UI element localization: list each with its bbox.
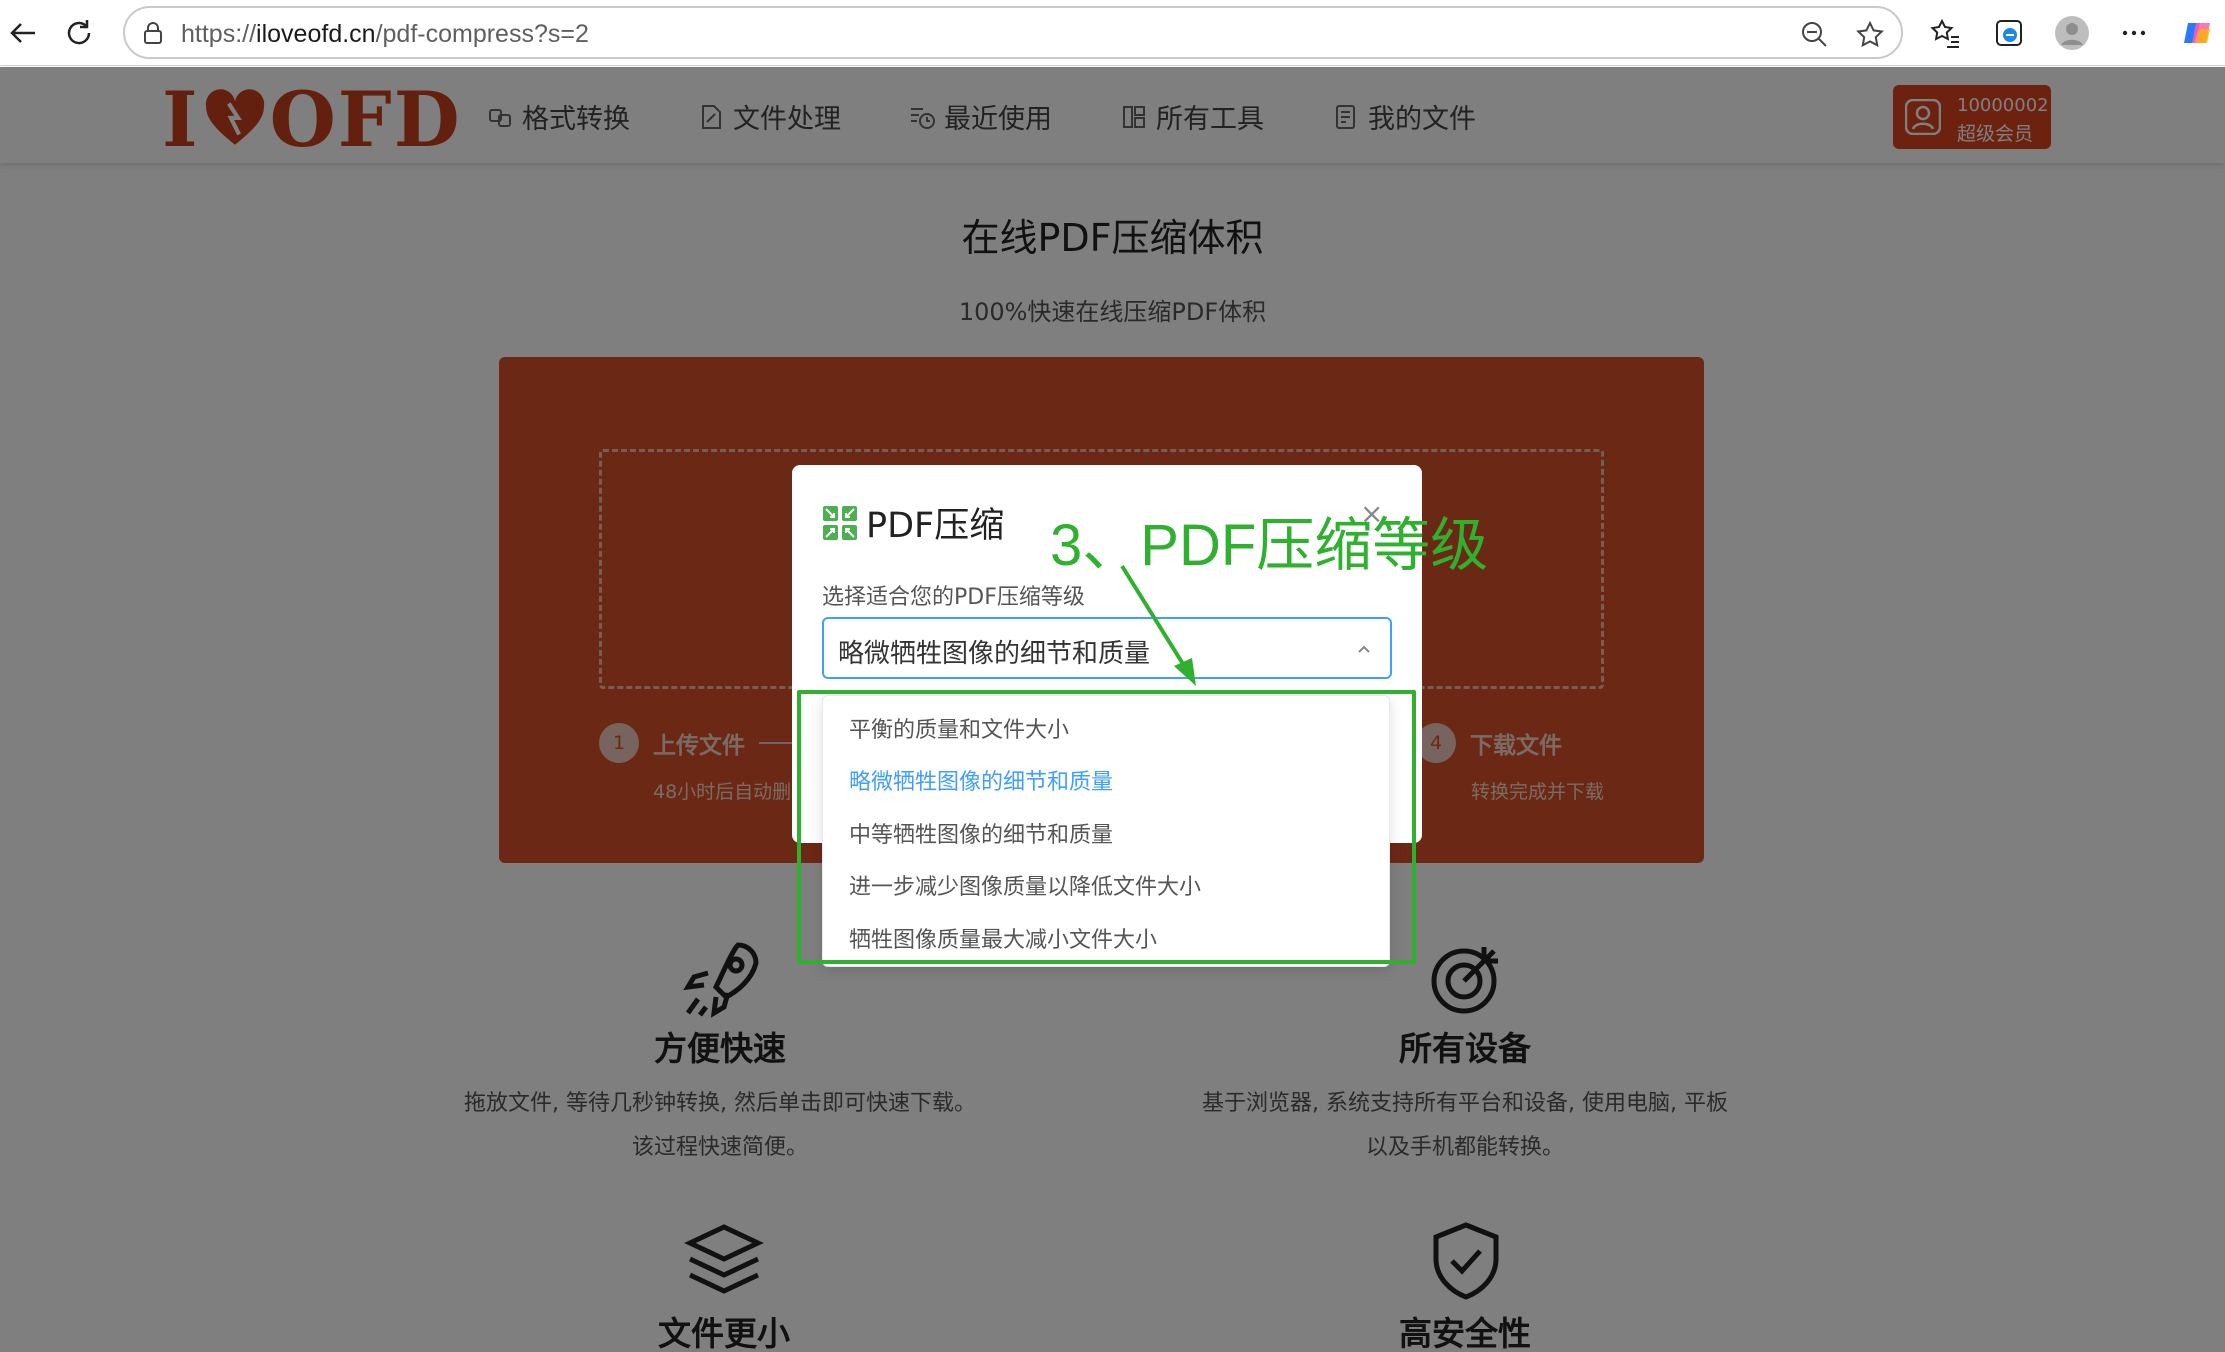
select-value: 略微牺牲图像的细节和质量 <box>838 639 1151 669</box>
favorites-list-icon <box>1930 18 1959 48</box>
copilot-icon <box>2184 23 2210 43</box>
browser-toolbar: https://iloveofd.cn/pdf-compress?s=2 <box>0 0 2225 66</box>
more-dots-icon <box>2122 30 2146 36</box>
dropdown-option[interactable]: 中等牺牲图像的细节和质量 <box>849 817 1113 849</box>
back-arrow-icon <box>10 23 35 43</box>
dropdown-option[interactable]: 牺牲图像质量最大减小文件大小 <box>849 922 1157 954</box>
url-prefix: https:// <box>181 20 257 48</box>
collections-button[interactable] <box>1989 13 2029 53</box>
dropdown-option[interactable]: 平衡的质量和文件大小 <box>849 712 1069 744</box>
compress-level-dropdown: 平衡的质量和文件大小 略微牺牲图像的细节和质量 中等牺牲图像的细节和质量 进一步… <box>822 695 1390 967</box>
dialog-title: PDF压缩 <box>866 506 1005 546</box>
url-path: /pdf-compress?s=2 <box>375 20 589 48</box>
compress-level-label: 选择适合您的PDF压缩等级 <box>822 585 1085 610</box>
url-host: iloveofd.cn <box>256 20 376 48</box>
address-bar[interactable]: https://iloveofd.cn/pdf-compress?s=2 <box>123 6 1903 59</box>
refresh-icon <box>67 20 91 45</box>
dropdown-option[interactable]: 进一步减少图像质量以降低文件大小 <box>849 869 1201 901</box>
url-text: https://iloveofd.cn/pdf-compress?s=2 <box>181 20 589 49</box>
more-menu-button[interactable] <box>2114 13 2154 53</box>
back-button[interactable] <box>2 12 44 54</box>
compress-grid-icon <box>823 506 857 540</box>
annotation-arrow-icon <box>1120 564 1196 686</box>
compress-level-select[interactable]: 略微牺牲图像的细节和质量 <box>822 617 1392 679</box>
profile-button[interactable] <box>2052 13 2092 53</box>
refresh-button[interactable] <box>58 12 100 54</box>
favorites-button[interactable] <box>1925 13 1965 53</box>
lock-icon <box>144 22 162 44</box>
zoom-out-icon[interactable] <box>1800 20 1828 48</box>
dropdown-option-selected[interactable]: 略微牺牲图像的细节和质量 <box>849 764 1113 796</box>
edge-collections-icon <box>1996 20 2022 46</box>
favorite-star-icon[interactable] <box>1855 20 1885 50</box>
copilot-button[interactable] <box>2178 13 2218 53</box>
chevron-up-icon <box>1358 645 1370 653</box>
avatar-icon <box>2055 16 2089 50</box>
